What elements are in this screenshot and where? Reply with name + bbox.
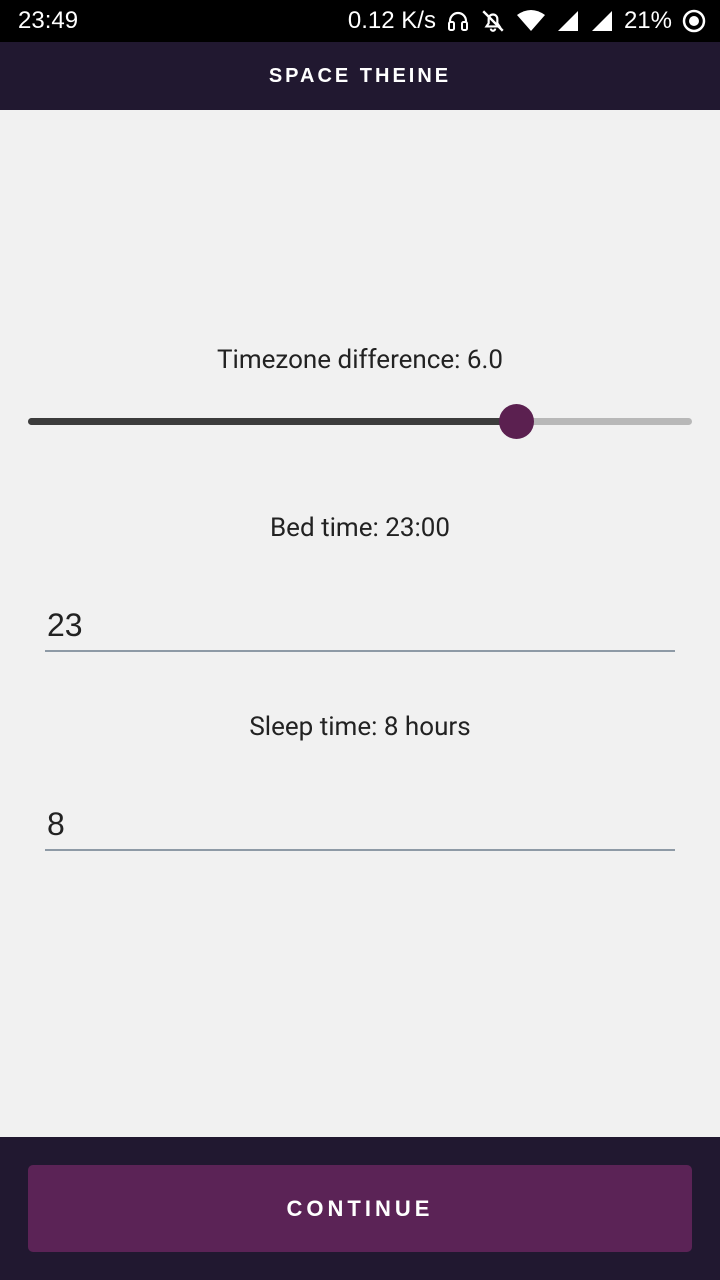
slider-fill	[28, 418, 517, 425]
signal-icon-2	[590, 9, 614, 33]
wifi-icon	[516, 9, 546, 33]
battery-percent: 21%	[623, 7, 672, 34]
continue-button[interactable]: CONTINUE	[28, 1165, 692, 1252]
sleep-time-input[interactable]	[45, 799, 675, 851]
sleep-time-label: Sleep time: 8 hours	[249, 712, 471, 742]
app-bar: SPACE THEINE	[0, 42, 720, 110]
status-time: 23:49	[18, 7, 79, 34]
sync-icon	[682, 9, 706, 33]
network-speed: 0.12 K/s	[347, 7, 436, 34]
bottom-bar: CONTINUE	[0, 1137, 720, 1280]
status-bar: 23:49 0.12 K/s 21%	[0, 0, 720, 42]
headphones-icon	[446, 9, 470, 33]
signal-icon	[556, 9, 580, 33]
bed-time-label: Bed time: 23:00	[269, 513, 450, 543]
timezone-label: Timezone difference: 6.0	[216, 345, 504, 375]
slider-thumb[interactable]	[499, 404, 535, 439]
timezone-slider[interactable]	[28, 402, 692, 442]
bed-time-input[interactable]	[45, 600, 675, 652]
app-title: SPACE THEINE	[268, 64, 452, 87]
mute-icon	[480, 8, 506, 34]
